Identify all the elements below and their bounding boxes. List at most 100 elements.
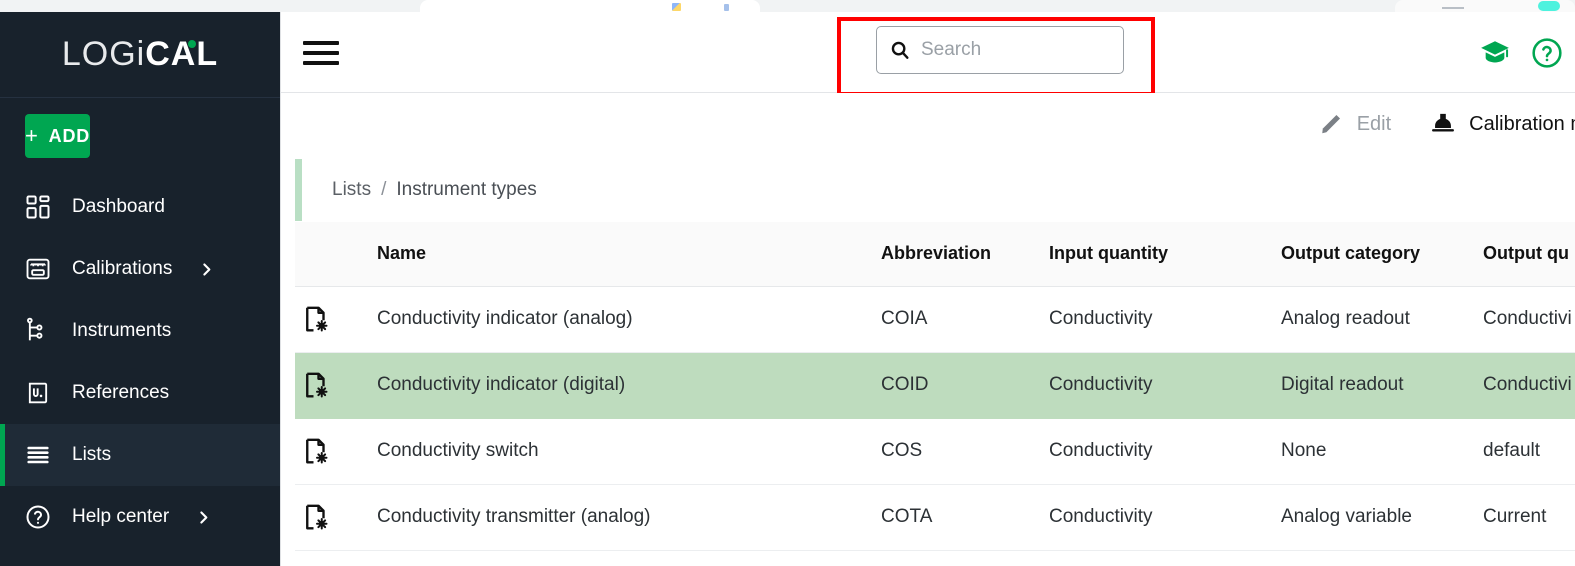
breadcrumb-separator: /	[381, 179, 386, 201]
chevron-right-icon	[198, 261, 215, 278]
cell-output-quantity: Current	[1483, 484, 1575, 550]
hamburger-menu-icon[interactable]	[303, 38, 339, 68]
pencil-icon	[1319, 110, 1345, 139]
dashboard-icon	[24, 193, 52, 221]
table-row[interactable]: Conductivity transmitter (analog) COTA C…	[295, 484, 1575, 550]
browser-chrome-strip	[0, 0, 1575, 12]
cell-input-quantity: Conductivity	[1049, 484, 1281, 550]
hard-hat-icon	[1429, 109, 1457, 140]
cell-input-quantity: Conductivity	[1049, 286, 1281, 352]
top-bar	[280, 12, 1575, 93]
table-row[interactable]: Conductivity indicator (analog) COIA Con…	[295, 286, 1575, 352]
logo-part-log: LOG	[62, 35, 137, 73]
instruments-icon	[24, 317, 52, 345]
sidebar-item-references[interactable]: References	[0, 362, 280, 424]
instrument-types-table: Name Abbreviation Input quantity Output …	[295, 222, 1575, 551]
cell-abbreviation: COS	[881, 418, 1049, 484]
sidebar-item-calibrations[interactable]: Calibrations	[0, 238, 280, 300]
column-header-abbreviation[interactable]: Abbreviation	[881, 222, 1049, 286]
table-header-row: Name Abbreviation Input quantity Output …	[295, 222, 1575, 286]
calibration-mode-label: Calibration m	[1469, 113, 1575, 136]
logo-part-cal: CAL	[145, 35, 218, 73]
logo-dot-icon	[188, 40, 196, 48]
action-toolbar: Edit Calibration m	[280, 93, 1575, 155]
table-row[interactable]: Conductivity indicator (digital) COID Co…	[295, 352, 1575, 418]
browser-tab[interactable]	[420, 0, 760, 12]
edit-button[interactable]: Edit	[1319, 110, 1391, 139]
column-header-output-category[interactable]: Output category	[1281, 222, 1483, 286]
edit-button-label: Edit	[1357, 113, 1391, 136]
row-icon-cell	[295, 418, 377, 484]
cell-name: Conductivity indicator (analog)	[377, 286, 881, 352]
sidebar-item-instruments[interactable]: Instruments	[0, 300, 280, 362]
cell-output-category: Analog variable	[1281, 484, 1483, 550]
breadcrumb-root[interactable]: Lists	[332, 179, 371, 201]
search-input[interactable]	[921, 39, 1166, 61]
document-gear-icon	[295, 502, 377, 532]
cell-input-quantity: Conductivity	[1049, 418, 1281, 484]
sidebar-item-dashboard[interactable]: Dashboard	[0, 176, 280, 238]
breadcrumb-current: Instrument types	[396, 179, 536, 201]
add-button[interactable]: + ADD	[25, 114, 90, 158]
calibrations-icon	[24, 255, 52, 283]
window-minimize-icon[interactable]	[1442, 7, 1464, 9]
column-header-name[interactable]: Name	[377, 222, 881, 286]
row-icon-cell	[295, 484, 377, 550]
cell-name: Conductivity indicator (digital)	[377, 352, 881, 418]
cell-input-quantity: Conductivity	[1049, 352, 1281, 418]
document-gear-icon	[295, 304, 377, 334]
graduation-cap-icon[interactable]	[1478, 36, 1512, 70]
cell-abbreviation: COTA	[881, 484, 1049, 550]
sidebar-item-label: References	[72, 382, 169, 404]
sidebar-item-help-center[interactable]: Help center	[0, 486, 280, 548]
add-button-label: ADD	[49, 126, 90, 147]
cell-name: Conductivity switch	[377, 418, 881, 484]
question-circle-icon[interactable]	[1530, 36, 1564, 70]
table-body: Conductivity indicator (analog) COIA Con…	[295, 286, 1575, 550]
hamburger-bar	[303, 41, 339, 45]
logo-part-i: i	[137, 35, 146, 73]
plus-icon: +	[25, 125, 39, 147]
tab-secondary-icon	[724, 4, 729, 11]
help-circle-icon	[24, 503, 52, 531]
column-header-output-quantity[interactable]: Output qu	[1483, 222, 1575, 286]
row-icon-cell	[295, 352, 377, 418]
app-logo[interactable]: LOGiCAL	[0, 12, 280, 98]
sidebar-item-lists[interactable]: Lists	[0, 424, 280, 486]
cell-output-category: None	[1281, 418, 1483, 484]
cell-name: Conductivity transmitter (analog)	[377, 484, 881, 550]
favicon-icon	[672, 3, 681, 11]
document-gear-icon	[295, 436, 377, 466]
table-header: Name Abbreviation Input quantity Output …	[295, 222, 1575, 286]
sidebar: LOGiCAL + ADD Dashboard	[0, 12, 280, 566]
sidebar-item-label: Calibrations	[72, 258, 172, 280]
content-area: Lists / Instrument types Name Abbreviati…	[280, 155, 1575, 566]
hamburger-bar	[303, 51, 339, 55]
row-icon-cell	[295, 286, 377, 352]
search-icon	[889, 39, 911, 61]
sidebar-item-label: Help center	[72, 506, 169, 528]
column-header-icon	[295, 222, 377, 286]
document-gear-icon	[295, 370, 377, 400]
cell-output-category: Analog readout	[1281, 286, 1483, 352]
sidebar-item-label: Instruments	[72, 320, 171, 342]
sidebar-item-label: Dashboard	[72, 196, 165, 218]
search-box[interactable]	[876, 26, 1124, 74]
cell-output-category: Digital readout	[1281, 352, 1483, 418]
breadcrumb: Lists / Instrument types	[295, 159, 1575, 221]
hamburger-bar	[303, 61, 339, 65]
chevron-right-icon	[195, 509, 212, 526]
sidebar-nav: Dashboard Calibrations	[0, 176, 280, 548]
cell-output-quantity: Conductivi	[1483, 352, 1575, 418]
sidebar-item-label: Lists	[72, 444, 111, 466]
calibration-mode-button[interactable]: Calibration m	[1429, 109, 1575, 140]
extension-badge[interactable]	[1538, 1, 1560, 11]
table-row[interactable]: Conductivity switch COS Conductivity Non…	[295, 418, 1575, 484]
cell-abbreviation: COID	[881, 352, 1049, 418]
references-icon	[24, 379, 52, 407]
column-header-input-quantity[interactable]: Input quantity	[1049, 222, 1281, 286]
cell-abbreviation: COIA	[881, 286, 1049, 352]
cell-output-quantity: default	[1483, 418, 1575, 484]
cell-output-quantity: Conductivi	[1483, 286, 1575, 352]
lists-icon	[24, 441, 52, 469]
